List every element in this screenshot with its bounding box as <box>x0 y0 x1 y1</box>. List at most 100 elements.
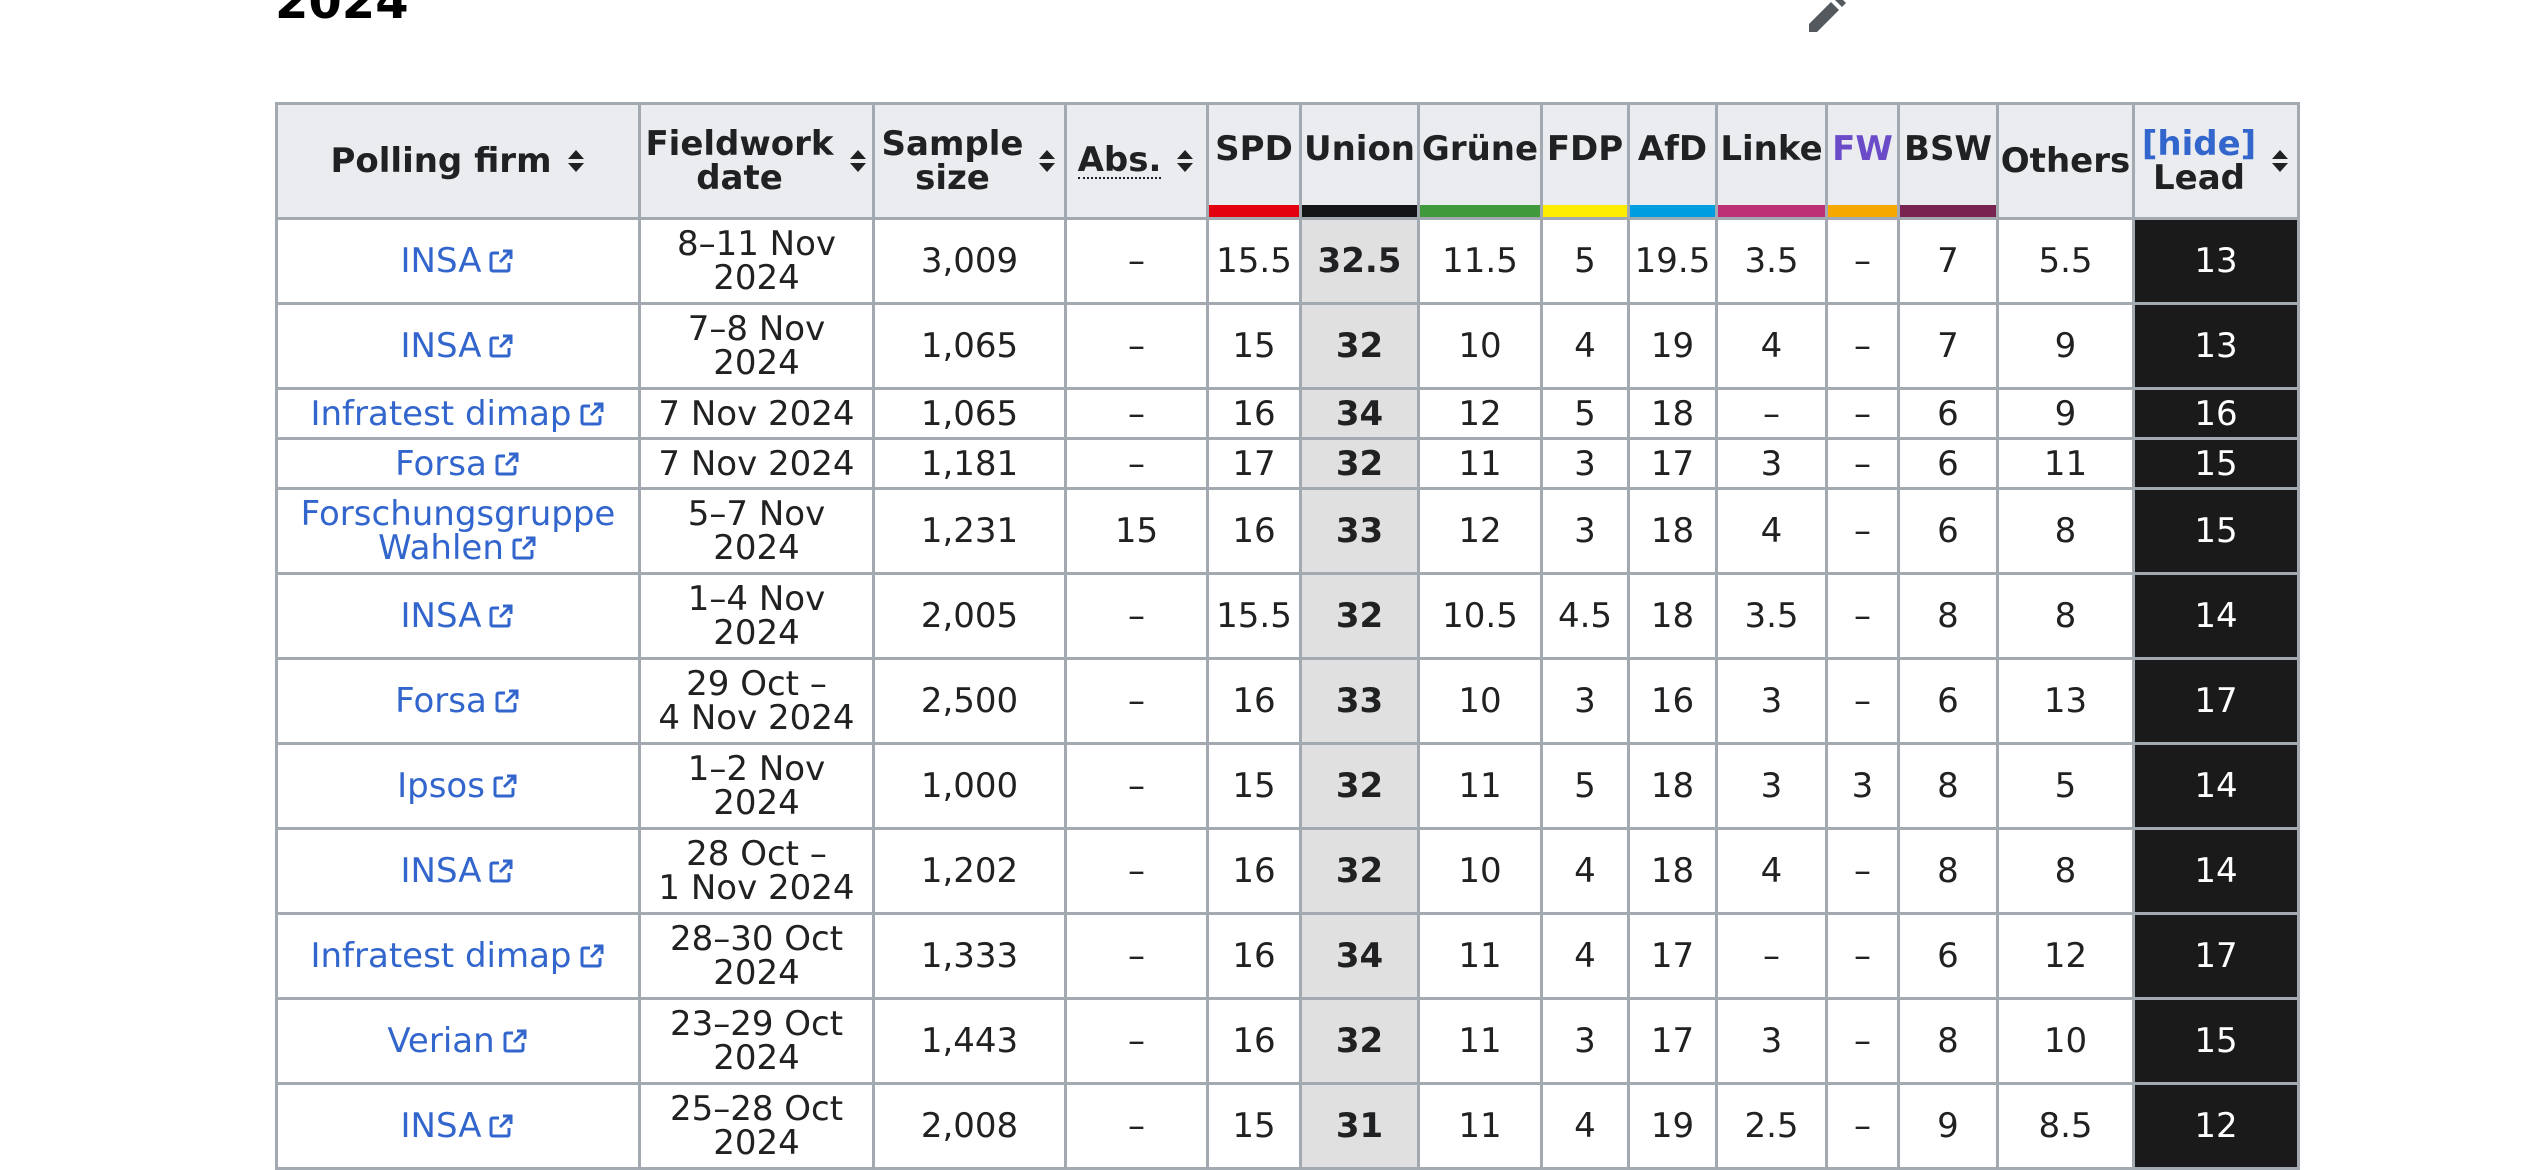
abs-cell: 15 <box>1064 487 1209 575</box>
fw-cell: – <box>1825 487 1900 575</box>
polling-firm-link[interactable]: INSA <box>401 326 516 366</box>
sort-icon[interactable] <box>2270 148 2290 174</box>
fw-cell: – <box>1825 302 1900 390</box>
polling-firm-link[interactable]: INSA <box>401 1106 516 1146</box>
fw-cell: – <box>1825 912 1900 1000</box>
afd-cell: 17 <box>1627 997 1718 1085</box>
sort-icon[interactable] <box>848 148 868 174</box>
polling-firm-link[interactable]: Infratest dimap <box>310 936 605 976</box>
polling-firm-link[interactable]: Forsa <box>395 444 521 484</box>
col-header-fieldwork-date[interactable]: Fieldwork date <box>638 102 875 220</box>
party-link-linke[interactable]: Linke <box>1718 132 1825 166</box>
fdp-cell: 4 <box>1540 912 1630 1000</box>
others-cell: 8 <box>1996 827 2135 915</box>
col-header-afd[interactable]: AfD <box>1627 102 1718 220</box>
col-header-polling-firm[interactable]: Polling firm <box>275 102 641 220</box>
party-link-afd[interactable]: AfD <box>1630 132 1715 166</box>
polling-firm-name: Wahlen <box>378 528 504 568</box>
afd-cell: 18 <box>1627 387 1718 440</box>
fdp-cell: 3 <box>1540 657 1630 745</box>
polling-firm-cell: INSA <box>275 217 641 305</box>
lead-cell: 16 <box>2132 387 2300 440</box>
fieldwork-date-text: 2024 <box>713 783 800 823</box>
union-cell: 32 <box>1299 997 1420 1085</box>
party-link-union[interactable]: Union <box>1302 132 1417 166</box>
sample-size-label: Sample size <box>882 127 1024 195</box>
table-row: Ipsos 1–2 Nov 2024 1,000–15 32 11 5 18 3 3 8 5 14 <box>275 742 2300 830</box>
party-link-grune[interactable]: Grüne <box>1420 132 1540 166</box>
fieldwork-date-text: 2024 <box>713 258 800 298</box>
external-link-icon <box>489 249 513 273</box>
lead-cell: 13 <box>2132 302 2300 390</box>
polling-firm-link[interactable]: Ipsos <box>397 766 519 806</box>
party-link-bsw[interactable]: BSW <box>1900 132 1996 166</box>
fieldwork-date-cell: 7–8 Nov 2024 <box>638 302 875 390</box>
fdp-cell: 5 <box>1540 387 1630 440</box>
others-cell: 8 <box>1996 487 2135 575</box>
spd-cell: 15 <box>1206 302 1302 390</box>
table-row: INSA 1–4 Nov 2024 2,005–15.5 32 10.5 4.5 18 3.5–… <box>275 572 2300 660</box>
others-cell: 12 <box>1996 912 2135 1000</box>
sample-cell: 1,333 <box>872 912 1067 1000</box>
spd-cell: 15 <box>1206 742 1302 830</box>
union-cell: 33 <box>1299 487 1420 575</box>
polling-firm-name: Infratest dimap <box>310 936 572 976</box>
polling-firm-cell: INSA <box>275 1082 641 1170</box>
col-header-spd[interactable]: SPD <box>1206 102 1302 220</box>
col-header-abs[interactable]: Abs. <box>1064 102 1209 220</box>
polling-firm-link[interactable]: Forsa <box>395 681 521 721</box>
col-header-lead[interactable]: [hide] Lead <box>2132 102 2300 220</box>
bsw-cell: 8 <box>1897 572 1999 660</box>
party-link-fw[interactable]: FW <box>1828 132 1897 166</box>
polling-firm-link[interactable]: INSA <box>401 851 516 891</box>
col-header-union[interactable]: Union <box>1299 102 1420 220</box>
party-color-bar-bsw <box>1900 205 1996 217</box>
polling-firm-link[interactable]: Infratest dimap <box>310 394 605 434</box>
union-cell: 32 <box>1299 742 1420 830</box>
polling-firm-link[interactable]: INSA <box>401 596 516 636</box>
fieldwork-line-2: date <box>696 158 783 198</box>
spd-cell: 16 <box>1206 387 1302 440</box>
party-link-fdp[interactable]: FDP <box>1543 132 1627 166</box>
grune-cell: 10 <box>1417 657 1543 745</box>
union-cell: 32 <box>1299 437 1420 490</box>
linke-cell: – <box>1715 387 1828 440</box>
fw-cell: – <box>1825 657 1900 745</box>
party-link-spd[interactable]: SPD <box>1209 132 1299 166</box>
table-row: Forschungsgruppe Wahlen 5–7 Nov 2024 1,231 15… <box>275 487 2300 575</box>
col-header-fw[interactable]: FW <box>1825 102 1900 220</box>
afd-cell: 19 <box>1627 302 1718 390</box>
abs-cell: – <box>1064 742 1209 830</box>
linke-cell: 2.5 <box>1715 1082 1828 1170</box>
pencil-edit-icon[interactable] <box>1805 0 1853 36</box>
polling-firm-cell: Verian <box>275 997 641 1085</box>
party-color-bar-afd <box>1630 205 1715 217</box>
abs-cell: – <box>1064 1082 1209 1170</box>
hide-link[interactable]: [hide] <box>2142 127 2256 161</box>
afd-cell: 16 <box>1627 657 1718 745</box>
sort-icon[interactable] <box>566 148 586 174</box>
grune-cell: 10 <box>1417 302 1543 390</box>
polling-firm-name: Forsa <box>395 681 487 721</box>
col-header-sample-size[interactable]: Sample size <box>872 102 1067 220</box>
col-header-fdp[interactable]: FDP <box>1540 102 1630 220</box>
spd-cell: 15 <box>1206 1082 1302 1170</box>
col-header-linke[interactable]: Linke <box>1715 102 1828 220</box>
sort-icon[interactable] <box>1175 148 1195 174</box>
polling-firm-link[interactable]: Verian <box>387 1021 528 1061</box>
col-header-grune[interactable]: Grüne <box>1417 102 1543 220</box>
abs-cell: – <box>1064 572 1209 660</box>
polling-firm-name: INSA <box>400 851 482 891</box>
col-header-bsw[interactable]: BSW <box>1897 102 1999 220</box>
polling-firm-link[interactable]: Forschungsgruppe Wahlen <box>301 494 616 568</box>
union-cell: 33 <box>1299 657 1420 745</box>
grune-cell: 10 <box>1417 827 1543 915</box>
polling-firm-cell: Forsa <box>275 657 641 745</box>
bsw-cell: 7 <box>1897 217 1999 305</box>
sort-icon[interactable] <box>1037 148 1057 174</box>
spd-cell: 16 <box>1206 487 1302 575</box>
spd-cell: 15.5 <box>1206 572 1302 660</box>
party-color-bar-fw <box>1828 205 1897 217</box>
polling-firm-link[interactable]: INSA <box>401 241 516 281</box>
polling-table: Polling firm Fieldwork date Sample size … <box>275 102 2300 1170</box>
